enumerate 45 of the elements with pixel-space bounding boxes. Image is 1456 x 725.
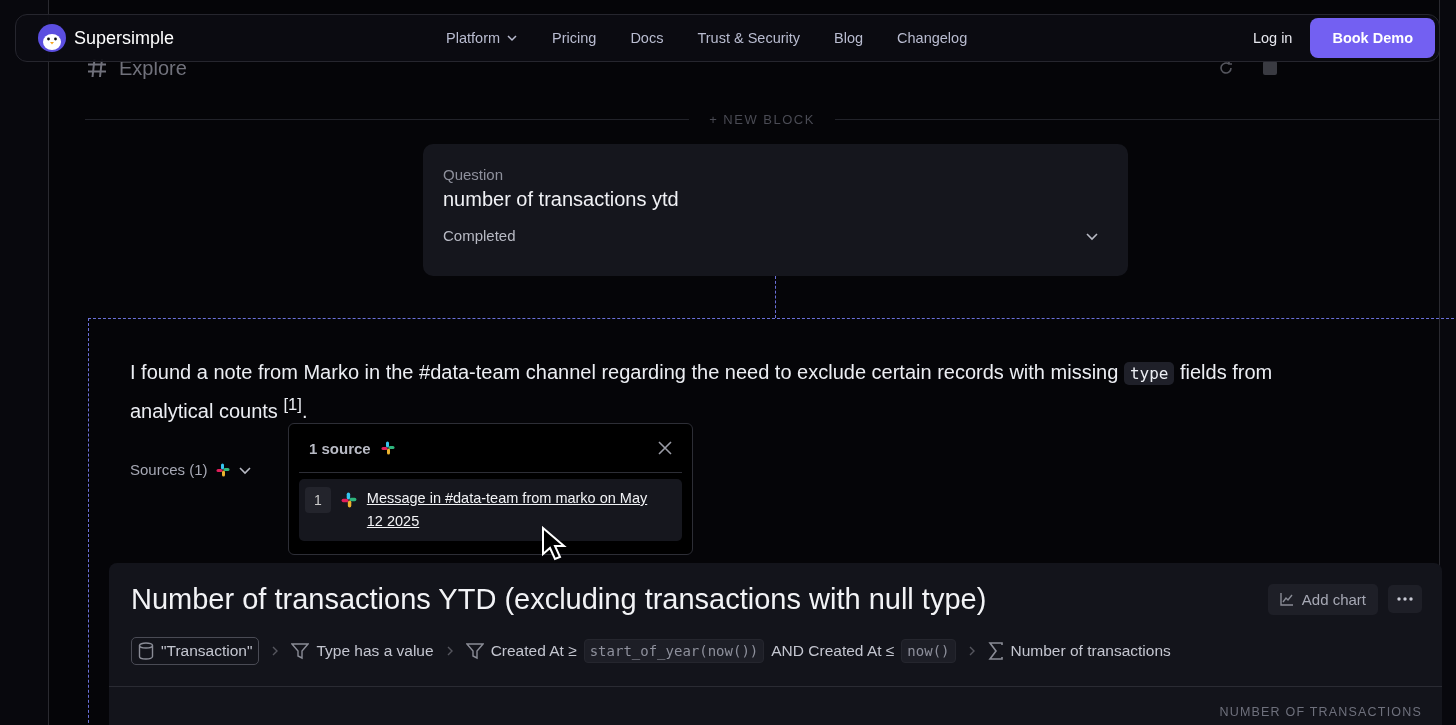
source-item[interactable]: 1 Message in #data-team from marko on May 12 2025 [299, 479, 682, 541]
brand-name[interactable]: Supersimple [74, 27, 175, 49]
login-link[interactable]: Log in [1252, 30, 1293, 46]
nav-link[interactable]: Blog [834, 30, 864, 46]
nav-link[interactable]: Docs [630, 30, 664, 46]
chevron-right-icon [271, 644, 280, 657]
refresh-icon[interactable] [1217, 59, 1235, 77]
database-icon [138, 641, 154, 660]
ellipsis-icon [1397, 597, 1413, 602]
chevron-right-icon [445, 644, 454, 657]
code-chip: now() [901, 638, 956, 663]
slack-icon [340, 492, 357, 508]
sigma-icon [987, 641, 1004, 660]
nav-link[interactable]: Pricing [552, 30, 597, 46]
question-text: number of transactions ytd [443, 188, 680, 211]
chart-icon [1279, 592, 1294, 607]
popover-title: 1 source [309, 439, 371, 457]
answer-text: I found a note from Marko in the #data-team channel regarding the need to exclude certain records with missing type fields from analytical counts $^{[1]}$. [130, 360, 1274, 424]
close-icon[interactable] [658, 441, 672, 455]
nav-link[interactable]: Platform [446, 30, 519, 46]
code-chip: start_of_year(now()) [583, 638, 765, 663]
source-number: 1 [305, 487, 331, 513]
table-chip[interactable]: "Transaction" [131, 636, 260, 665]
result-title: Number of transactions YTD (excluding transactions with null type) [131, 582, 987, 616]
book-demo-button[interactable]: Book Demo [1310, 18, 1435, 58]
filter-icon [291, 641, 310, 660]
slack-icon [380, 441, 395, 455]
column-header: NUMBER OF TRANSACTIONS [1219, 704, 1422, 719]
step-label: Created At ≥ [490, 641, 577, 660]
step-label: Type has a value [316, 641, 434, 660]
chevron-right-icon [967, 644, 976, 657]
nav-link[interactable]: Changelog [897, 30, 968, 46]
slack-icon [215, 462, 230, 477]
step-label: AND Created At ≤ [771, 641, 895, 660]
status-text: Completed [443, 227, 516, 244]
question-label: Question [443, 166, 505, 183]
filter-icon [465, 641, 484, 660]
sources-toggle[interactable]: Sources (1) [130, 461, 208, 479]
nav-link[interactable]: Trust & Security [697, 30, 801, 46]
penguin-logo-icon [38, 24, 66, 52]
step-label: Number of transactions [1010, 641, 1171, 660]
add-chart-button[interactable]: Add chart [1267, 583, 1378, 615]
page-title: Explore [119, 56, 187, 80]
source-link[interactable]: Message in #data-team from marko on May 12 2025 [366, 487, 657, 533]
more-button[interactable] [1388, 585, 1422, 614]
